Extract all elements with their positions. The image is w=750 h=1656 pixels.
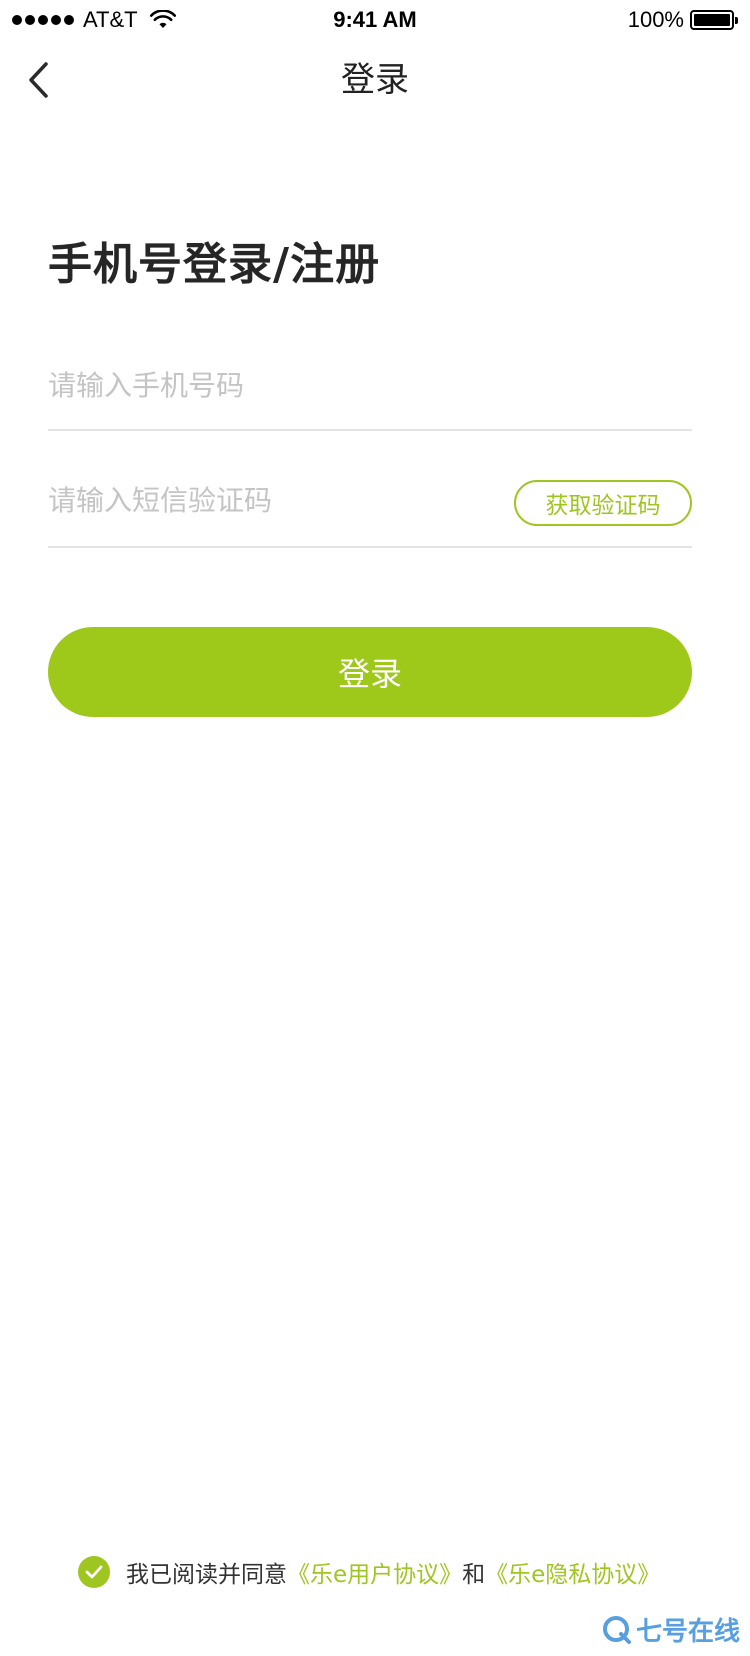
back-button[interactable] xyxy=(14,56,62,104)
phone-input[interactable] xyxy=(48,365,468,405)
login-button[interactable]: 登录 xyxy=(48,627,692,717)
watermark-text: 七号在线 xyxy=(635,1617,740,1647)
nav-bar: 登录 xyxy=(0,40,750,120)
chevron-left-icon xyxy=(29,62,48,98)
watermark-logo-icon xyxy=(602,1615,631,1644)
agreement-row: 我已阅读并同意 《乐e用户协议》 和 《乐e隐私协议》 xyxy=(78,1555,660,1589)
sms-code-input[interactable] xyxy=(48,480,468,520)
page-title: 登录 xyxy=(341,60,409,100)
battery-icon xyxy=(690,10,738,30)
watermark: 七号在线 xyxy=(602,1611,740,1648)
get-code-button[interactable]: 获取验证码 xyxy=(514,480,692,526)
login-heading: 手机号登录/注册 xyxy=(48,239,381,290)
agreement-checkbox[interactable] xyxy=(78,1556,110,1588)
checkmark-icon xyxy=(85,1565,103,1579)
sms-code-field: 获取验证码 xyxy=(48,480,692,548)
status-right: 100% xyxy=(627,7,738,33)
user-agreement-link[interactable]: 《乐e用户协议》 xyxy=(287,1555,462,1589)
privacy-agreement-link[interactable]: 《乐e隐私协议》 xyxy=(485,1555,660,1589)
battery-percentage: 100% xyxy=(627,7,684,32)
phone-field xyxy=(48,365,692,431)
agreement-conjunction: 和 xyxy=(462,1562,486,1588)
status-bar: AT&T 9:41 AM 100% xyxy=(0,0,750,40)
agreement-prefix: 我已阅读并同意 xyxy=(126,1562,287,1588)
